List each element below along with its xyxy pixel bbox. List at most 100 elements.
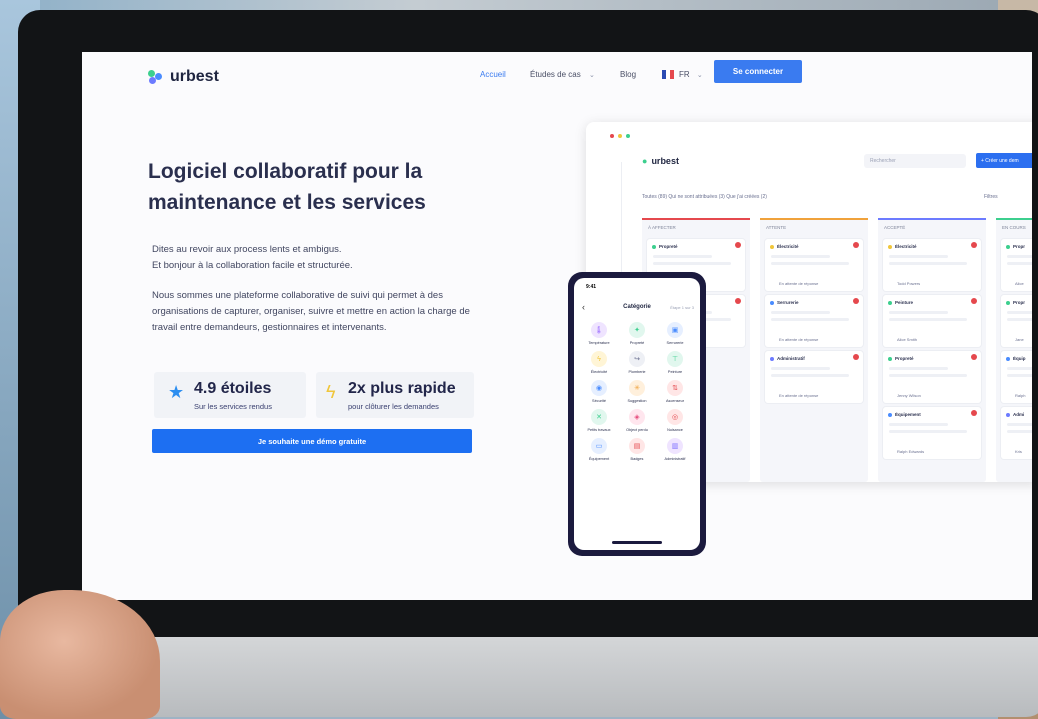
category-dot xyxy=(770,357,774,361)
card-title: Propr xyxy=(1013,244,1026,249)
placeholder-line xyxy=(889,262,968,265)
placeholder-line xyxy=(771,262,850,265)
category-label: Administratif xyxy=(664,457,686,461)
category-dot xyxy=(888,357,892,361)
category-label: Sécurité xyxy=(592,399,606,403)
dashboard-search: Rechercher xyxy=(864,154,966,168)
category-icon: ⊤ xyxy=(667,351,683,367)
card-title: Propreté xyxy=(895,356,914,361)
brand-logo[interactable]: urbest xyxy=(148,68,219,86)
category-icon: ▥ xyxy=(667,438,683,454)
dashboard-card: Peinture Alice Smith xyxy=(883,295,981,347)
category-tile: ◈ Object perdu xyxy=(618,409,656,432)
card-title: Admi xyxy=(1013,412,1025,417)
hero-intro-line-1: Dites au revoir aux process lents et amb… xyxy=(152,244,342,255)
category-tile: ⊤ Peinture xyxy=(656,351,694,374)
category-dot xyxy=(888,301,892,305)
phone-time: 9:41 xyxy=(586,284,597,290)
card-title: Électricité xyxy=(895,244,917,249)
dashboard-card: Administratif En attente de réponse xyxy=(765,351,863,403)
category-dot xyxy=(770,245,774,249)
category-tile: ▤ Badges xyxy=(618,438,656,461)
window-dot xyxy=(610,134,614,138)
hero-body: Nous sommes une plateforme collaborative… xyxy=(152,290,470,333)
category-icon: ▣ xyxy=(667,322,683,338)
monitor-frame: urbest Accueil Études de cas ⌄ Blog FR ⌄… xyxy=(18,10,1038,717)
alert-icon xyxy=(853,298,859,304)
dashboard-card: Électricité Todd Powers xyxy=(883,239,981,291)
card-title: Électricité xyxy=(777,244,799,249)
alert-icon xyxy=(971,410,977,416)
placeholder-line xyxy=(889,423,948,426)
connect-button[interactable]: Se connecter xyxy=(714,60,802,83)
placeholder-line xyxy=(1007,318,1032,321)
nav-link-etudes-label: Études de cas xyxy=(530,70,581,79)
category-grid: 🌡 Température ✦ Propreté ▣ Serrurerie ϟ Électri… xyxy=(580,322,694,461)
card-footer: Alice Smith xyxy=(897,337,918,342)
category-tile: ✦ Propreté xyxy=(618,322,656,345)
category-icon: ✕ xyxy=(591,409,607,425)
category-icon: ✳ xyxy=(629,380,645,396)
card-footer: Ralph Edwards xyxy=(897,449,925,454)
card-footer: Ralph xyxy=(1015,393,1026,398)
card-title: Propreté xyxy=(659,244,678,249)
phone-mockup: 9:41 ‹ Catégorie Étape 1 sur 3 🌡 Températ… xyxy=(568,272,706,556)
category-label: Suggestion xyxy=(627,399,647,403)
category-label: Badges xyxy=(630,457,644,461)
card-title: Équipement xyxy=(895,412,921,417)
dashboard-brand: urbest xyxy=(651,156,679,166)
dashboard-card: Équip Ralph xyxy=(1001,351,1032,403)
france-flag-icon[interactable] xyxy=(662,70,674,79)
phone-step: Étape 1 sur 3 xyxy=(670,305,694,310)
demo-request-button[interactable]: Je souhaite une démo gratuite xyxy=(152,429,472,453)
category-tile: ◎ Nuisance xyxy=(656,409,694,432)
category-dot xyxy=(1006,301,1010,305)
chevron-down-icon: ⌄ xyxy=(588,72,595,79)
card-title: Administratif xyxy=(777,356,805,361)
dashboard-create-button: + Créer une dem xyxy=(976,153,1032,168)
dashboard-card: Propreté Jenny Wilson xyxy=(883,351,981,403)
card-title: Serrurerie xyxy=(777,300,799,305)
category-tile: ϟ Électricité xyxy=(580,351,618,374)
urbest-logo-icon: ● xyxy=(642,156,648,166)
placeholder-line xyxy=(1007,262,1032,265)
category-label: Peinture xyxy=(667,370,683,374)
monitor-chin xyxy=(18,637,1038,717)
card-footer: Jane xyxy=(1015,337,1024,342)
category-label: Nuisance xyxy=(667,428,683,432)
category-label: Serrurerie xyxy=(666,341,684,345)
alert-icon xyxy=(971,354,977,360)
phone-screen: 9:41 ‹ Catégorie Étape 1 sur 3 🌡 Températ… xyxy=(574,278,700,550)
stat-speed-sub: pour clôturer les demandes xyxy=(348,402,439,411)
category-icon: 🌡 xyxy=(591,322,607,338)
category-tile: ↪ Plomberie xyxy=(618,351,656,374)
placeholder-line xyxy=(771,311,830,314)
category-tile: ▭ Équipement xyxy=(580,438,618,461)
category-tile: 🌡 Température xyxy=(580,322,618,345)
nav-link-etudes-de-cas[interactable]: Études de cas ⌄ xyxy=(530,70,595,79)
stat-speed: ϟ 2x plus rapide pour clôturer les deman… xyxy=(316,372,474,418)
category-dot xyxy=(1006,245,1010,249)
category-tile: ✕ Petits travaux xyxy=(580,409,618,432)
language-selector[interactable]: FR ⌄ xyxy=(679,70,703,79)
placeholder-line xyxy=(1007,423,1032,426)
placeholder-line xyxy=(653,255,712,258)
card-title: Propr xyxy=(1013,300,1026,305)
placeholder-line xyxy=(771,367,830,370)
category-label: Object perdu xyxy=(626,428,648,432)
category-tile: ⇅ Ascenseur xyxy=(656,380,694,403)
category-icon: ✦ xyxy=(629,322,645,338)
category-tile: ◉ Sécurité xyxy=(580,380,618,403)
dashboard-card: Propr Alice xyxy=(1001,239,1032,291)
category-label: Petits travaux xyxy=(587,428,611,432)
placeholder-line xyxy=(771,318,850,321)
star-icon: ★ xyxy=(168,382,185,402)
category-label: Électricité xyxy=(590,370,608,374)
alert-icon xyxy=(971,298,977,304)
placeholder-line xyxy=(653,262,732,265)
placeholder-line xyxy=(889,374,968,377)
dashboard-logo: ● urbest xyxy=(642,156,679,166)
nav-link-blog[interactable]: Blog xyxy=(620,70,636,79)
nav-link-accueil[interactable]: Accueil xyxy=(480,70,506,79)
category-dot xyxy=(888,413,892,417)
